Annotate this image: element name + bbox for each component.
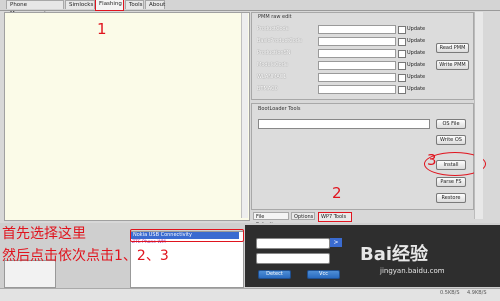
pmm-field-productionsn[interactable]	[318, 49, 396, 58]
arrow-right-icon[interactable]: >	[330, 238, 342, 247]
update-checkbox-basicproductcode[interactable]	[398, 38, 406, 46]
restore-button[interactable]: Restore	[436, 193, 466, 203]
pmm-label-btmac: BTMAC0	[257, 86, 278, 92]
pmm-label-basicproductcode: BasicProductCode	[257, 38, 303, 44]
pmm-field-modulecode[interactable]	[318, 61, 396, 70]
update-label: Update	[407, 50, 426, 56]
os-file-path-input[interactable]	[258, 119, 430, 129]
detect-button[interactable]: Detect	[258, 270, 291, 279]
tab-phone-management[interactable]: Phone Management	[6, 0, 64, 17]
device-combo-1[interactable]	[256, 238, 330, 249]
baidu-watermark: Bai经验	[360, 244, 429, 265]
top-tab-bar: Phone Management Simlocks Flashing Tools…	[0, 0, 500, 17]
update-label: Update	[407, 62, 426, 68]
status-bar	[0, 288, 500, 301]
annotation-number-1: 1	[97, 20, 107, 38]
right-scrollbar[interactable]	[474, 12, 483, 219]
update-label: Update	[407, 74, 426, 80]
write-os-button[interactable]: Write OS	[436, 135, 466, 145]
update-checkbox-btmac[interactable]	[398, 86, 406, 94]
annotation-line-1: 首先选择这里	[2, 226, 86, 242]
update-label: Update	[407, 86, 426, 92]
update-checkbox-wlanmac[interactable]	[398, 74, 406, 82]
pmm-field-basicproductcode[interactable]	[318, 37, 396, 46]
annotation-number-2: 2	[332, 184, 342, 202]
tab-tools[interactable]: Tools	[125, 0, 144, 9]
pmm-label-productionsn: ProductionSN	[257, 50, 291, 56]
status-speed-right: 4.9KB/S	[467, 290, 487, 296]
subtab-file-selection[interactable]: File Selection	[253, 212, 289, 228]
pmm-label-productcode: ProductCode	[257, 26, 289, 32]
write-pmm-button[interactable]: Write PMM	[436, 60, 469, 70]
subtab-options[interactable]: Options	[291, 212, 315, 220]
update-checkbox-modulecode[interactable]	[398, 62, 406, 70]
tab-flashing[interactable]: Flashing	[95, 0, 124, 11]
file-list-panel	[4, 12, 250, 221]
tab-simlocks[interactable]: Simlocks	[65, 0, 95, 9]
read-pmm-button[interactable]: Read PMM	[436, 43, 469, 53]
pmm-group-title: PMM raw edit	[258, 14, 292, 20]
annotation-box-listbox	[130, 229, 244, 242]
update-checkbox-productcode[interactable]	[398, 26, 406, 34]
bootloader-group-title: BootLoader Tools	[258, 106, 301, 112]
pmm-label-modulecode: ModuleCode	[257, 62, 288, 68]
tab-about[interactable]: About	[145, 0, 165, 9]
os-file-button[interactable]: OS File	[436, 119, 466, 129]
annotation-number-3: 3	[427, 151, 437, 169]
pmm-field-wlanmac[interactable]	[318, 73, 396, 82]
device-combo-2[interactable]	[256, 253, 330, 264]
left-panel-scrollbar[interactable]	[241, 13, 248, 218]
update-label: Update	[407, 38, 426, 44]
baidu-watermark-url: jingyan.baidu.com	[380, 267, 445, 275]
annotation-line-2: 然后点击依次点击1、2、3	[2, 248, 169, 264]
pmm-label-wlanmac: WLANMAC1	[257, 74, 287, 80]
parse-fs-button[interactable]: Parse FS	[436, 177, 466, 187]
status-speed-left: 0.5KB/S	[440, 290, 460, 296]
update-label: Update	[407, 26, 426, 32]
update-checkbox-productionsn[interactable]	[398, 50, 406, 58]
pmm-field-productcode[interactable]	[318, 25, 396, 34]
pmm-field-btmac[interactable]	[318, 85, 396, 94]
subtab-wp7-tools[interactable]: WP7 Tools	[318, 212, 352, 222]
vcc-button[interactable]: Vcc	[307, 270, 340, 279]
